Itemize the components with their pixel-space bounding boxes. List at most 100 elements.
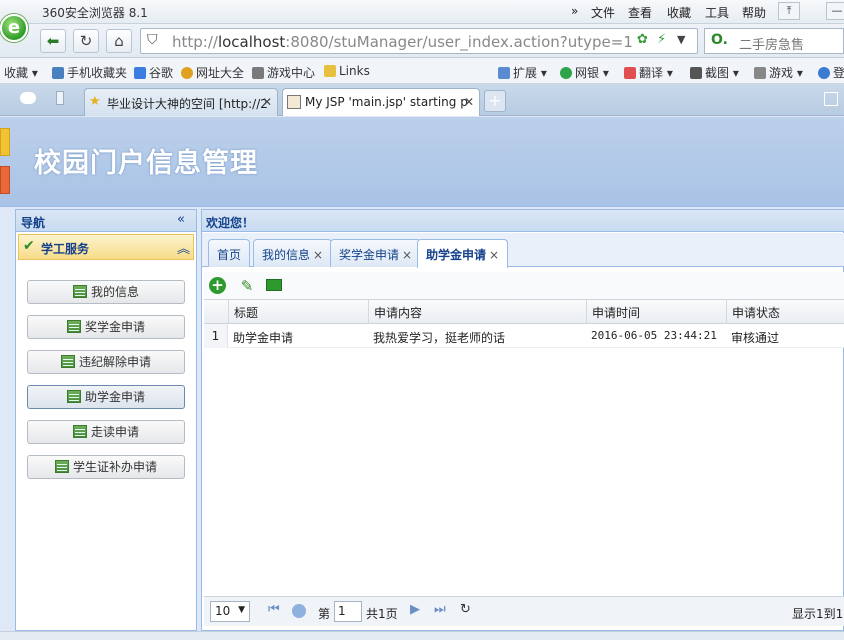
nav-discipline-release-button[interactable]: 违纪解除申请: [27, 350, 185, 374]
menu-help[interactable]: 帮助: [742, 4, 766, 21]
cell-title: 助学金申请: [233, 331, 294, 345]
translate-icon: [624, 67, 636, 79]
nav-day-student-button[interactable]: 走读申请: [27, 420, 185, 444]
bookmark-google[interactable]: 谷歌: [134, 64, 173, 81]
menu-more[interactable]: »: [571, 4, 578, 18]
pagination-bar: 10▼ ⏮ 第 1 共1页 ▶ ⏭ ↻ 显示1到1,共: [204, 596, 844, 626]
ext-bank[interactable]: 网银 ▾: [560, 64, 609, 81]
browser-sidebar-strip: [0, 124, 11, 214]
browser-logo-icon: e: [0, 14, 28, 42]
chevron-down-icon[interactable]: ▼: [677, 33, 685, 46]
bookmarks-bar: 收藏 ▾ 手机收藏夹 谷歌 网址大全 游戏中心 Links 扩展 ▾ 网银 ▾ …: [0, 58, 844, 84]
column-header-title[interactable]: 标题: [228, 300, 368, 324]
nav-grant-button[interactable]: 助学金申请: [27, 385, 185, 409]
shield-icon: ⛉: [147, 32, 158, 48]
close-icon[interactable]: ×: [313, 248, 323, 262]
nav-collapse-icon[interactable]: «: [177, 212, 185, 227]
sidebar-app-icon[interactable]: [0, 166, 10, 194]
game-icon: [754, 67, 766, 79]
back-button[interactable]: ⬅: [40, 29, 66, 53]
skin-button[interactable]: ⤒: [778, 2, 800, 20]
grid-header-row: 标题 申请内容 申请时间 申请状态: [204, 300, 844, 324]
home-icon: ⌂: [114, 32, 124, 50]
browser-app-title: 360安全浏览器 8.1: [42, 6, 148, 20]
refresh-icon[interactable]: ↻: [460, 602, 471, 617]
ext-login[interactable]: 登: [818, 64, 844, 81]
table-row[interactable]: 1 助学金申请 我热爱学习，挺老师的话 2016-06-05 23:44:21 …: [204, 324, 844, 348]
minimize-button[interactable]: —: [826, 2, 844, 20]
ext-translate[interactable]: 翻译 ▾: [624, 64, 673, 81]
page-label: 第: [318, 607, 331, 621]
address-text[interactable]: http://localhost:8080/stuManager/user_in…: [172, 33, 633, 51]
welcome-text: 欢迎您！: [206, 216, 255, 230]
bookmark-games[interactable]: 游戏中心: [252, 64, 315, 81]
speed-mode-icon[interactable]: ⚡: [657, 32, 666, 47]
tab-scholarship[interactable]: 奖学金申请 ×: [330, 239, 422, 267]
cloud-icon[interactable]: [20, 92, 36, 104]
remove-icon[interactable]: [266, 279, 282, 291]
edit-icon[interactable]: ✎: [237, 276, 257, 296]
menu-favorites[interactable]: 收藏: [667, 4, 691, 21]
refresh-icon: ↻: [79, 32, 93, 50]
search-input[interactable]: 二手房急售: [739, 34, 804, 53]
new-tab-button[interactable]: +: [484, 90, 506, 112]
menu-file[interactable]: 文件: [591, 4, 615, 21]
grid-toolbar: + ✎: [204, 272, 844, 300]
globe-icon: [181, 67, 193, 79]
tab-my-info[interactable]: 我的信息 ×: [253, 239, 333, 267]
menu-view[interactable]: 查看: [628, 4, 652, 21]
ext-games[interactable]: 游戏 ▾: [754, 64, 803, 81]
column-header-time[interactable]: 申请时间: [586, 300, 726, 324]
tab-list-icon[interactable]: [824, 92, 838, 106]
refresh-button[interactable]: ↻: [73, 29, 99, 53]
ext-extensions[interactable]: 扩展 ▾: [498, 64, 547, 81]
browser-tab-main[interactable]: My JSP 'main.jsp' starting p ✕: [282, 88, 480, 116]
home-button[interactable]: ⌂: [106, 29, 132, 53]
browser-nav-bar: ⬅ ↻ ⌂ ⛉ http://localhost:8080/stuManager…: [0, 24, 844, 58]
last-page-icon[interactable]: ⏭: [434, 602, 446, 617]
chevron-up-icon[interactable]: ︽: [177, 238, 190, 257]
display-info: 显示1到1,共: [792, 607, 844, 621]
tab-close-icon[interactable]: ✕: [464, 95, 474, 109]
ext-screenshot[interactable]: 截图 ▾: [690, 64, 739, 81]
page-size-select[interactable]: 10 ▼: [210, 601, 250, 622]
sidebar-toggle-icon[interactable]: [56, 91, 64, 105]
browser-tab-blog[interactable]: ★ 毕业设计大神的空间 [http://2 ✕: [84, 88, 278, 116]
page-number-input[interactable]: 1: [334, 601, 362, 622]
browser-title-bar: 360安全浏览器 8.1 » 文件 查看 收藏 工具 帮助 ⤒ —: [0, 0, 844, 24]
bookmark-mobile[interactable]: 手机收藏夹: [52, 64, 127, 81]
bookmark-hao123[interactable]: 网址大全: [181, 64, 244, 81]
tab-grant[interactable]: 助学金申请 ×: [417, 239, 509, 268]
bookmark-favorites[interactable]: 收藏 ▾: [4, 64, 38, 81]
table-icon: [72, 285, 87, 298]
nav-my-info-button[interactable]: 我的信息: [27, 280, 185, 304]
menu-tools[interactable]: 工具: [705, 4, 729, 21]
column-header-content[interactable]: 申请内容: [368, 300, 586, 324]
search-box[interactable]: O. 二手房急售: [704, 28, 844, 54]
welcome-bar: 欢迎您！: [202, 210, 844, 232]
google-icon: [134, 67, 146, 79]
nav-student-card-button[interactable]: 学生证补办申请: [27, 455, 185, 479]
prev-page-icon[interactable]: [292, 604, 306, 618]
total-pages: 共1页: [366, 607, 398, 621]
scissors-icon: [690, 67, 702, 79]
nav-panel: 导航 « ✔ 学工服务 ︽ 我的信息 奖学金申请 违纪解除申请 助学金申请 走读…: [15, 209, 197, 631]
tab-close-icon[interactable]: ✕: [262, 95, 272, 109]
security-check-icon[interactable]: ✿: [637, 32, 648, 47]
search-engine-icon[interactable]: O.: [711, 32, 728, 48]
sidebar-tool-icon[interactable]: [0, 128, 10, 156]
column-header-status[interactable]: 申请状态: [726, 300, 844, 324]
address-bar[interactable]: ⛉ http://localhost:8080/stuManager/user_…: [140, 28, 698, 54]
add-icon[interactable]: +: [209, 277, 226, 294]
close-icon[interactable]: ×: [402, 248, 412, 262]
page-header: 校园门户信息管理: [0, 117, 844, 207]
cell-status: 审核通过: [731, 331, 780, 345]
nav-scholarship-button[interactable]: 奖学金申请: [27, 315, 185, 339]
next-page-icon[interactable]: ▶: [410, 602, 420, 617]
accordion-header-student-services[interactable]: ✔ 学工服务 ︽: [18, 234, 194, 260]
bookmark-links[interactable]: Links: [324, 64, 370, 78]
first-page-icon[interactable]: ⏮: [268, 602, 280, 617]
tab-home[interactable]: 首页: [208, 239, 251, 267]
browser-tab-bar: ★ 毕业设计大神的空间 [http://2 ✕ My JSP 'main.jsp…: [0, 84, 844, 116]
close-icon[interactable]: ×: [489, 248, 499, 262]
